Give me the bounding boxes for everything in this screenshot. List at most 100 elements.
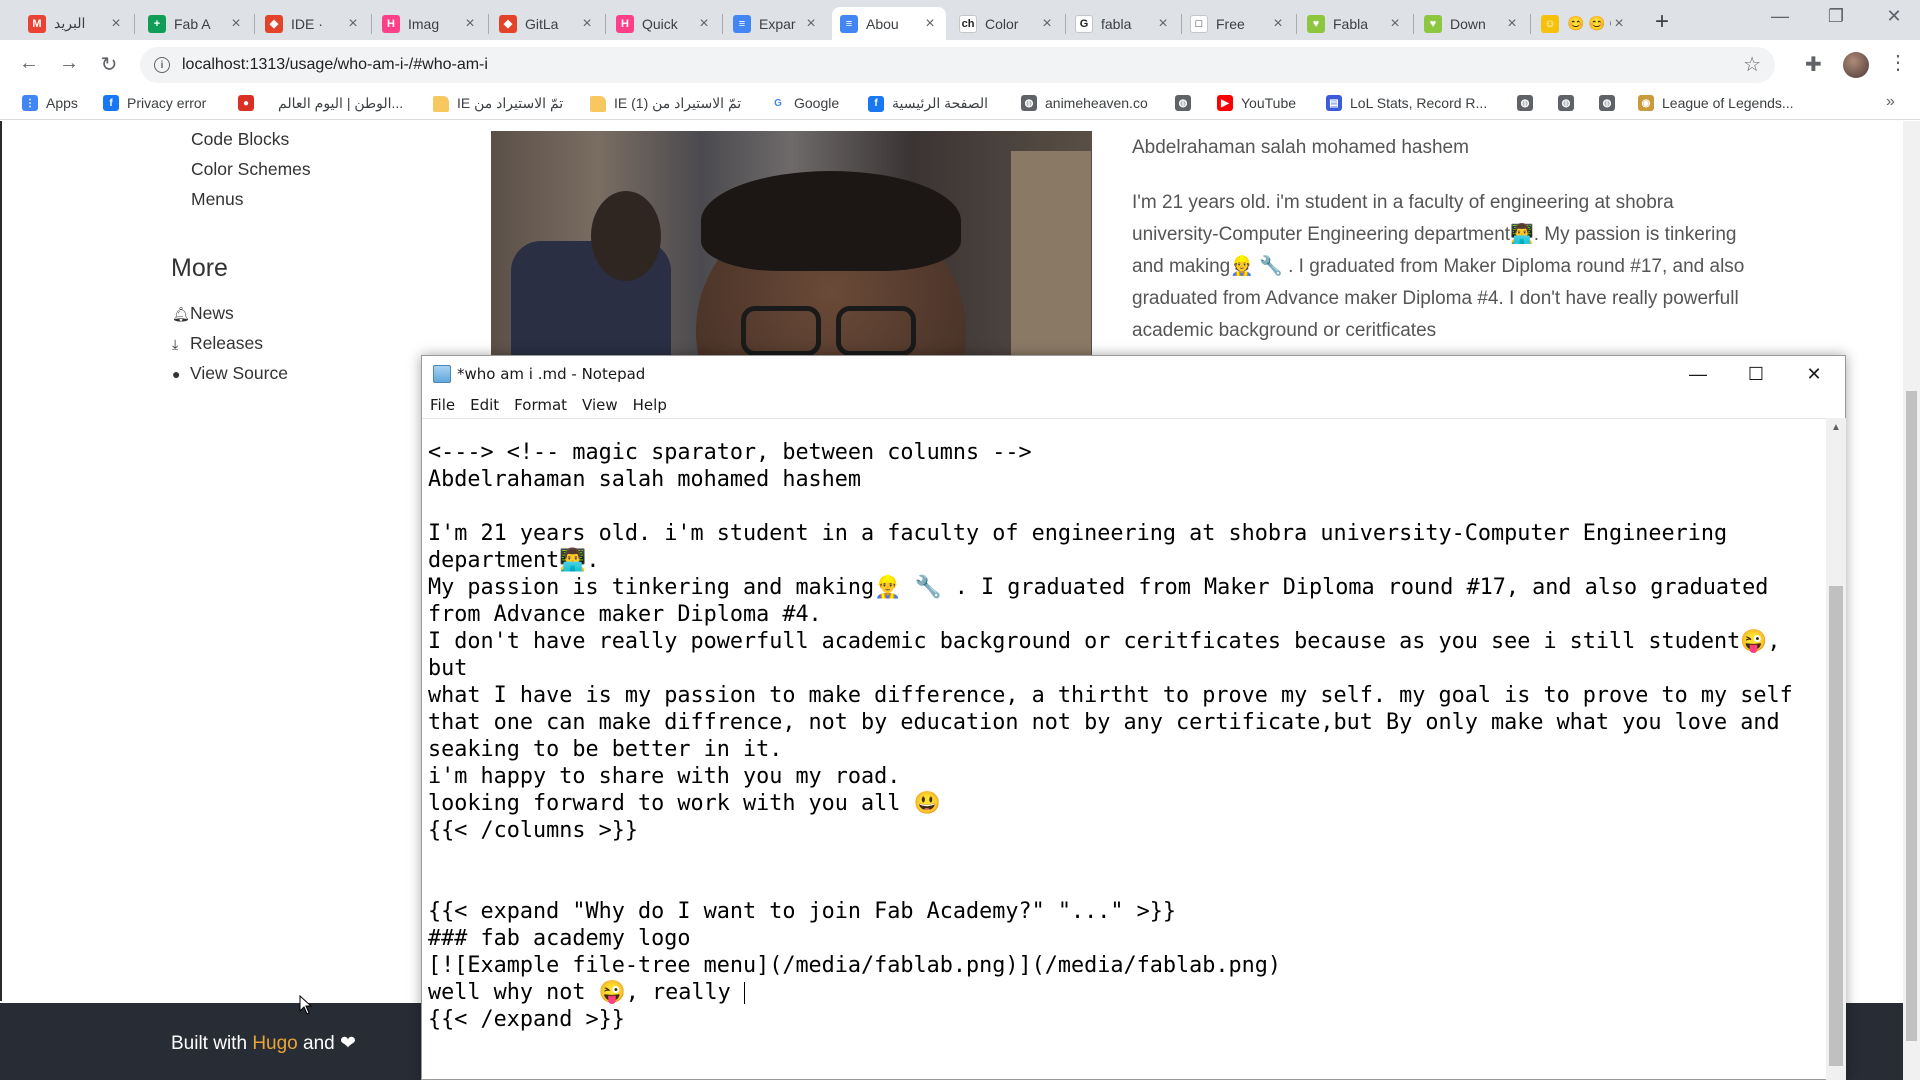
- page-scroll-thumb[interactable]: [1906, 391, 1917, 1041]
- menu-edit[interactable]: Edit: [469, 394, 500, 416]
- close-tab-icon[interactable]: ×: [1155, 15, 1171, 33]
- footer-hugo-link[interactable]: Hugo: [252, 1033, 297, 1054]
- bookmark-item[interactable]: ▶ YouTube: [1217, 95, 1296, 111]
- more-bookmarks-chevron-icon[interactable]: »: [1886, 93, 1895, 111]
- browser-tab[interactable]: ◆ IDE · ×: [257, 7, 369, 40]
- close-tab-icon[interactable]: ×: [345, 15, 361, 33]
- notepad-titlebar[interactable]: *who am i .md - Notepad: [422, 356, 1845, 392]
- browser-tab[interactable]: ♥ Down ×: [1416, 7, 1528, 40]
- bookmark-item[interactable]: IE تمّ الاستيراد من: [433, 95, 563, 112]
- menu-file[interactable]: File: [429, 394, 456, 416]
- close-tab-icon[interactable]: ×: [696, 15, 712, 33]
- browser-tab[interactable]: + Fab A ×: [140, 7, 252, 40]
- sidebar-link-view-source[interactable]: ● View Source: [172, 363, 288, 384]
- notepad-text-line: I don't have really powerfull academic b…: [428, 628, 1781, 655]
- emoji-icon: ☺: [1541, 14, 1559, 33]
- page-scrollbar[interactable]: [1903, 121, 1920, 1080]
- address-text[interactable]: localhost:1313/usage/who-am-i-/#who-am-i: [182, 56, 488, 74]
- notepad-line-text: <---> <!-- magic sparator, between colum…: [428, 440, 1032, 465]
- bookmark-item[interactable]: G Google: [770, 95, 839, 111]
- browser-tab[interactable]: ☺ 😊 😊 G×: [1533, 7, 1635, 40]
- address-bar[interactable]: i localhost:1313/usage/who-am-i-/#who-am…: [140, 47, 1775, 83]
- menu-help[interactable]: Help: [632, 394, 668, 416]
- tab-title: Free: [1216, 15, 1245, 32]
- globe-icon: ◍: [1021, 95, 1037, 111]
- fablab-icon: ♥: [1424, 14, 1442, 33]
- bookmark-item[interactable]: ◍: [1558, 95, 1582, 111]
- browser-tab[interactable]: ♥ Fabla ×: [1299, 7, 1411, 40]
- bookmark-item[interactable]: ◉ League of Legends...: [1638, 95, 1794, 111]
- page-left-border: [0, 121, 2, 1001]
- browser-tab[interactable]: H Quick ×: [608, 7, 720, 40]
- sidebar-link-color-schemes[interactable]: Color Schemes: [191, 159, 311, 180]
- browser-tab[interactable]: □ Free ×: [1182, 7, 1294, 40]
- close-tab-icon[interactable]: ×: [1039, 15, 1055, 33]
- reload-icon[interactable]: ↻: [96, 52, 122, 77]
- bookmark-item[interactable]: ●: [238, 95, 262, 111]
- bookmark-item[interactable]: ▤ LoL Stats, Record R...: [1326, 95, 1487, 111]
- browser-tab[interactable]: M البريد ×: [20, 7, 132, 40]
- site-info-icon[interactable]: i: [154, 57, 170, 73]
- sidebar-link-code-blocks[interactable]: Code Blocks: [191, 129, 289, 150]
- bookmark-item[interactable]: ⋮ Apps: [22, 95, 78, 111]
- tab-title: البريد: [54, 15, 86, 31]
- browser-tab[interactable]: ≡ Abou ×: [832, 7, 946, 40]
- bookmark-item[interactable]: ◍: [1175, 95, 1199, 111]
- browser-tab[interactable]: ◆ GitLa ×: [491, 7, 603, 40]
- bookmark-item[interactable]: ◍: [1599, 95, 1623, 111]
- menu-format[interactable]: Format: [513, 394, 568, 416]
- close-tab-icon[interactable]: ×: [1270, 15, 1286, 33]
- minimize-window-button[interactable]: —: [1760, 6, 1800, 27]
- browser-tab[interactable]: Gfabla ×: [1067, 7, 1179, 40]
- close-tab-icon[interactable]: ×: [462, 15, 478, 33]
- sidebar-link-menus[interactable]: Menus: [191, 189, 244, 210]
- close-tab-icon[interactable]: ×: [922, 15, 938, 33]
- close-tab-icon[interactable]: ×: [108, 15, 124, 33]
- notepad-text-line: {{< /expand >}}: [428, 1006, 625, 1033]
- tab-title: IDE ·: [291, 15, 323, 32]
- notepad-line-text: looking forward to work with you all 😃: [428, 791, 941, 816]
- close-tab-icon[interactable]: ×: [1387, 15, 1403, 33]
- profile-avatar[interactable]: [1843, 52, 1869, 78]
- close-tab-icon[interactable]: ×: [228, 15, 244, 33]
- bookmark-item[interactable]: f الصفحة الرئيسية: [868, 95, 988, 112]
- restore-window-button[interactable]: ❐: [1816, 6, 1856, 27]
- browser-tab[interactable]: H Imag ×: [374, 7, 486, 40]
- bookmark-item[interactable]: ◍: [1517, 95, 1541, 111]
- sidebar-link-news[interactable]: 🔔︎News: [172, 303, 234, 324]
- new-tab-button[interactable]: +: [1655, 8, 1669, 36]
- browser-tab[interactable]: ≡ Expar ×: [725, 7, 827, 40]
- close-window-button[interactable]: ✕: [1874, 6, 1914, 27]
- tab-title: Fab A: [174, 15, 211, 32]
- back-arrow-icon[interactable]: ←: [16, 52, 42, 75]
- notepad-maximize-button[interactable]: ☐: [1733, 360, 1779, 388]
- browser-tab[interactable]: ch Color ×: [951, 7, 1063, 40]
- extensions-puzzle-icon[interactable]: ✚: [1805, 52, 1822, 77]
- notepad-window: *who am i .md - Notepad — ☐ ✕ File Edit …: [421, 355, 1846, 1080]
- notepad-minimize-button[interactable]: —: [1675, 360, 1721, 388]
- scroll-up-arrow-icon[interactable]: ▲: [1831, 422, 1841, 433]
- notepad-line-text: well why not 😜, really: [428, 980, 744, 1005]
- notepad-scroll-thumb[interactable]: [1829, 586, 1843, 1066]
- google-icon: G: [770, 95, 786, 111]
- forward-arrow-icon[interactable]: →: [56, 52, 82, 75]
- bookmark-item[interactable]: IE (1) تمّ الاستيراد من: [590, 95, 741, 112]
- gmail-icon: M: [28, 14, 46, 33]
- bookmark-item[interactable]: ◍ animeheaven.co: [1021, 95, 1148, 111]
- notepad-text-area[interactable]: <---> <!-- magic sparator, between colum…: [422, 418, 1826, 1080]
- footer-suffix: and ❤: [297, 1033, 356, 1054]
- notepad-line-text: but: [428, 656, 468, 681]
- notepad-close-button[interactable]: ✕: [1791, 360, 1837, 388]
- notepad-vertical-scrollbar[interactable]: ▲: [1826, 418, 1846, 1080]
- browser-menu-icon[interactable]: ⋮: [1888, 50, 1908, 75]
- bookmark-item[interactable]: الوطن | اليوم العالم...: [278, 95, 403, 112]
- bookmark-item[interactable]: f Privacy error: [103, 95, 206, 111]
- close-tab-icon[interactable]: ×: [1504, 15, 1520, 33]
- tab-title: 😊 😊 G: [1567, 15, 1611, 31]
- close-tab-icon[interactable]: ×: [579, 15, 595, 33]
- sidebar-link-releases[interactable]: ⤓ Releases: [172, 333, 263, 354]
- bookmark-star-icon[interactable]: ☆: [1743, 52, 1761, 77]
- close-tab-icon[interactable]: ×: [1611, 15, 1627, 33]
- close-tab-icon[interactable]: ×: [803, 15, 819, 33]
- menu-view[interactable]: View: [581, 394, 619, 416]
